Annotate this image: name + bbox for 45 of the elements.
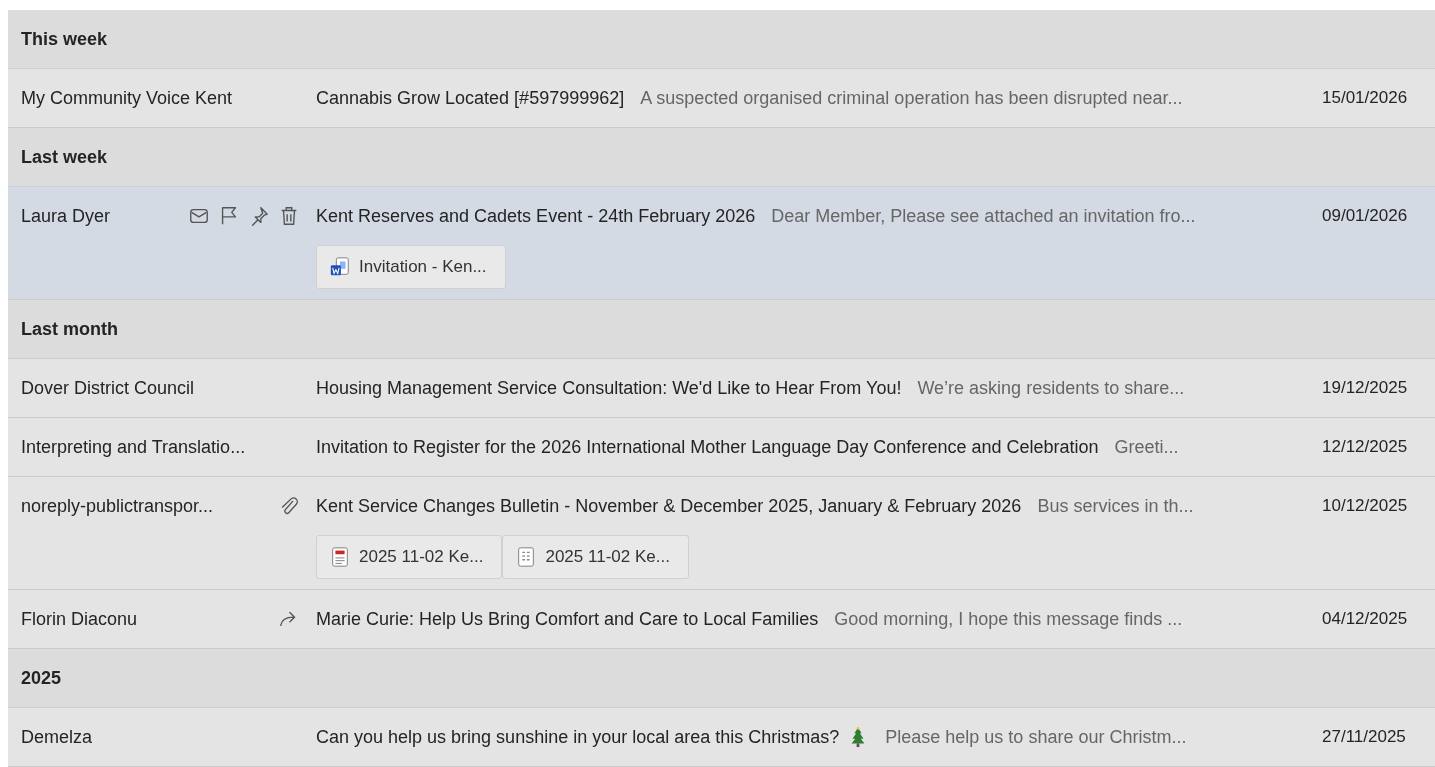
pdf-file-icon <box>329 546 351 568</box>
message-date: 12/12/2025 <box>1322 436 1408 459</box>
sender-name: Dover District Council <box>21 376 195 400</box>
group-header[interactable]: This week <box>21 25 108 53</box>
attachment-chip[interactable]: 2025 11-02 Ke... <box>502 535 689 579</box>
message-preview: Greeti... <box>1114 435 1179 459</box>
message-date: 10/12/2025 <box>1322 495 1408 518</box>
message-preview: Please help us to share our Christm... <box>885 725 1187 749</box>
message-preview: Dear Member, Please see attached an invitation fro... <box>771 204 1196 228</box>
message-row[interactable]: Demelza Can you help us bring sunshine in your local area this Christmas? Please help us to share our Christm... 27/11/2025 <box>8 708 1435 767</box>
sender-name: My Community Voice Kent <box>21 86 233 110</box>
message-subject: Can you help us bring sunshine in your local area this Christmas? <box>316 725 840 749</box>
sender-name: Florin Diaconu <box>21 607 138 631</box>
group-header[interactable]: 2025 <box>21 664 62 692</box>
message-date: 27/11/2025 <box>1322 726 1406 749</box>
message-subject: Housing Management Service Consultation: We'd Like to Hear From You! <box>316 376 902 400</box>
message-subject: Cannabis Grow Located [#597999962] <box>316 86 625 110</box>
sender-name: Interpreting and Translatio... <box>21 435 246 459</box>
sender-name: Laura Dyer <box>21 204 111 228</box>
attachment-chip[interactable]: 2025 11-02 Ke... <box>316 535 503 579</box>
message-date: 19/12/2025 <box>1322 377 1408 400</box>
message-date: 15/01/2026 <box>1322 87 1408 110</box>
sender-name: Demelza <box>21 725 93 749</box>
attachment-chip[interactable]: Invitation - Ken... <box>316 245 506 289</box>
message-row[interactable]: Dover District Council Housing Management Service Consultation: We'd Like to Hear From You! We’re asking residents to share... 19/12/2025 <box>8 359 1435 418</box>
message-preview: A suspected organised criminal operation has been disrupted near... <box>640 86 1183 110</box>
message-subject: Kent Service Changes Bulletin - November & December 2025, January & February 2026 <box>316 494 1022 518</box>
message-row[interactable]: noreply-publictranspor... Kent Service Changes Bulletin - November & December 2025, January & February 2026 Bus services in th... 2025 11-02 Ke... 2025 11-02 Ke... 10/12/2025 <box>8 477 1435 590</box>
attachment-name: 2025 11-02 Ke... <box>545 546 670 569</box>
word-file-icon <box>329 256 351 278</box>
message-preview: We’re asking residents to share... <box>917 376 1185 400</box>
group-header[interactable]: Last month <box>21 315 118 343</box>
message-preview: Bus services in th... <box>1037 494 1194 518</box>
message-date: 04/12/2025 <box>1322 608 1408 631</box>
message-date: 09/01/2026 <box>1322 205 1408 228</box>
attachment-name: 2025 11-02 Ke... <box>359 546 484 569</box>
message-subject: Invitation to Register for the 2026 International Mother Language Day Conference and Celebration <box>316 435 1099 459</box>
message-subject: Marie Curie: Help Us Bring Comfort and Care to Local Families <box>316 607 819 631</box>
message-row[interactable]: Interpreting and Translatio... Invitation to Register for the 2026 International Mother Language Day Conference and Celebration Greeti... 12/12/2025 <box>8 418 1435 477</box>
message-subject: Kent Reserves and Cadets Event - 24th February 2026 <box>316 204 756 228</box>
message-preview: Good morning, I hope this message finds ... <box>834 607 1183 631</box>
message-row[interactable]: Laura Dyer Kent Reserves and Cadets Event - 24th February 2026 Dear Member, Please see attached an invitation fro... Invitation - Ken... 09/01/2026 <box>8 187 1435 300</box>
sender-name: noreply-publictranspor... <box>21 494 214 518</box>
attachment-name: Invitation - Ken... <box>359 256 487 279</box>
group-header[interactable]: Last week <box>21 143 108 171</box>
